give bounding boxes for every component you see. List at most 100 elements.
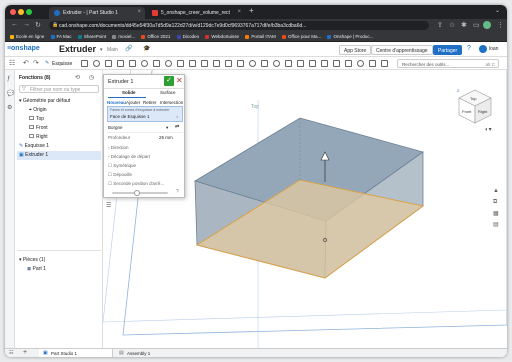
shell-tool-icon[interactable] [201, 60, 208, 67]
end-type-chevron-icon[interactable]: ▾ [166, 125, 168, 131]
graduation-cap-icon[interactable]: 🎓 [143, 45, 150, 52]
bookmark-item[interactable]: Dicodeo [176, 34, 199, 39]
view-tool-icon[interactable] [357, 60, 364, 67]
end-type-select[interactable]: Borgne [108, 125, 123, 130]
display-states-icon[interactable]: ⧉ [493, 199, 497, 206]
app-store-button[interactable]: App Store [339, 45, 372, 55]
minimize-window-icon[interactable] [18, 9, 24, 15]
close-tab-icon[interactable]: × [237, 9, 241, 15]
surface-tool-icon[interactable] [309, 60, 316, 67]
bookmark-item[interactable]: Onshape | Produc... [327, 34, 373, 39]
undo-icon[interactable]: ↶ [23, 59, 29, 67]
extensions-icon[interactable]: ✱ [461, 21, 467, 29]
extrude1-item[interactable]: ▣ Extruder 1 [17, 151, 101, 160]
sheet-metal-tool-icon[interactable] [321, 60, 328, 67]
back-arrow-icon[interactable]: ← [11, 21, 18, 28]
properties-icon[interactable]: ▤ [493, 221, 499, 228]
link-icon[interactable]: 🔗 [125, 45, 132, 52]
reload-icon[interactable]: ↻ [35, 21, 41, 29]
remove-selection-icon[interactable]: × [176, 114, 178, 119]
direction-row[interactable]: › Direction [108, 145, 129, 150]
search-tools-input[interactable]: Rechercher des outils... alt C [397, 59, 499, 68]
cancel-x-icon[interactable]: ✕ [176, 76, 183, 85]
sketch-button[interactable]: Esquisse [52, 61, 72, 67]
url-field[interactable]: 🔒 cad.onshape.com/documents/dd45e54f30a7… [49, 21, 429, 30]
faces-selection-box[interactable]: Faces et zones d'esquisse à extruder Fac… [107, 106, 183, 122]
sidebar-icon[interactable]: ▭ [473, 21, 480, 29]
preview-slider-track[interactable] [112, 192, 168, 194]
plane-top-item[interactable]: Top [29, 116, 44, 122]
chamfer-tool-icon[interactable] [153, 60, 160, 67]
draft-checkbox[interactable]: ☐ Dépouille [108, 172, 132, 178]
appearance-icon[interactable]: ▲ [493, 188, 499, 194]
bookmark-item[interactable]: Office pour Ma... [282, 34, 321, 39]
features-list-icon[interactable]: ƒ [7, 76, 10, 82]
rollback-icon[interactable]: ⟲ [75, 74, 80, 81]
extrude-tool-icon[interactable] [81, 60, 88, 67]
bookmark-star-icon[interactable]: ☆ [449, 21, 455, 29]
tree-toggle-icon[interactable]: ☷ [9, 59, 15, 67]
tab-assembly-1[interactable]: ▤ Assembly 1 [115, 349, 189, 357]
document-title[interactable]: Extruder [59, 44, 96, 54]
bookmark-item[interactable]: moxiel... [112, 34, 135, 39]
transform-tool-icon[interactable] [237, 60, 244, 67]
split-tool-icon[interactable] [225, 60, 232, 67]
fillet-tool-icon[interactable] [141, 60, 148, 67]
loft-tool-icon[interactable] [117, 60, 124, 67]
helix-tool-icon[interactable] [273, 60, 280, 67]
tab-menu-chevron-icon[interactable]: ⌄ [495, 7, 500, 14]
revolve-tool-icon[interactable] [93, 60, 100, 67]
mate-connector-tool-icon[interactable] [285, 60, 292, 67]
onshape-logo[interactable]: onshape [11, 45, 40, 52]
new-tab-icon[interactable]: + [249, 6, 254, 15]
preview-slider-handle[interactable] [134, 190, 140, 196]
help-circle-icon[interactable]: ? [176, 189, 179, 195]
default-geometry-item[interactable]: ▾ Géométrie par défaut [19, 98, 70, 104]
list-view-icon[interactable]: ☰ [106, 202, 111, 209]
boolean-tool-icon[interactable] [213, 60, 220, 67]
user-avatar[interactable] [479, 45, 487, 53]
branch-label[interactable]: Main [107, 47, 118, 53]
op-remove-button[interactable]: Retirer [143, 100, 157, 105]
configuration-icon[interactable]: ⚙ [7, 104, 12, 111]
more-tools-icon[interactable] [369, 60, 376, 67]
tab-surface[interactable]: Surface [160, 90, 176, 95]
help-icon[interactable]: ? [467, 45, 471, 52]
tab-solid[interactable]: Solide [122, 90, 136, 95]
tab-manager-icon[interactable]: ☷ [9, 350, 13, 356]
browser-tab-active[interactable]: Extruder - | Part Studio 1 × [49, 7, 145, 19]
confirm-check-icon[interactable]: ✓ [164, 76, 174, 86]
op-add-button[interactable]: Ajouter [126, 100, 140, 105]
bookmark-item[interactable]: SharePoint [77, 34, 106, 39]
sketch-pencil-icon[interactable]: ✎ [45, 60, 49, 66]
offset-row[interactable]: › Décalage de départ [108, 154, 150, 159]
close-tab-icon[interactable]: × [137, 9, 141, 15]
browser-tab[interactable]: 5_onshape_creer_volume_rect × [147, 7, 245, 19]
bookmark-item[interactable]: Portail ITAM [245, 34, 276, 39]
part1-item[interactable]: ◼ Part 1 [27, 266, 46, 272]
curve-tool-icon[interactable] [297, 60, 304, 67]
close-window-icon[interactable] [10, 9, 16, 15]
maximize-window-icon[interactable] [26, 9, 32, 15]
depth-value-input[interactable]: 25 mm [159, 135, 173, 140]
plane-tool-icon[interactable] [249, 60, 256, 67]
tab-part-studio-1[interactable]: ▣ Part Studio 1 [39, 349, 113, 357]
plane-right-item[interactable]: Right [29, 134, 48, 140]
history-icon[interactable]: ◷ [89, 74, 94, 81]
custom-features-icon[interactable] [381, 60, 388, 67]
measure-tool-icon[interactable] [345, 60, 352, 67]
share-button[interactable]: Partager [433, 45, 463, 55]
origin-item[interactable]: ⌖ Origin [29, 107, 47, 113]
comments-icon[interactable]: 💬 [7, 90, 14, 97]
hole-tool-icon[interactable] [165, 60, 172, 67]
bookmark-item[interactable]: Ecole en ligne [10, 34, 44, 39]
bookmark-item[interactable]: WebdoSuisse [205, 34, 239, 39]
symmetric-checkbox[interactable]: ☐ Symétrique [108, 163, 136, 169]
frame-tool-icon[interactable] [333, 60, 340, 67]
plane-front-item[interactable]: Front [29, 125, 48, 131]
rib-tool-icon[interactable] [189, 60, 196, 67]
variables-icon[interactable]: ▦ [493, 210, 499, 217]
parts-header[interactable]: ▾ Pièces (1) [19, 257, 45, 263]
user-name[interactable]: loan [489, 46, 498, 52]
sweep-tool-icon[interactable] [105, 60, 112, 67]
